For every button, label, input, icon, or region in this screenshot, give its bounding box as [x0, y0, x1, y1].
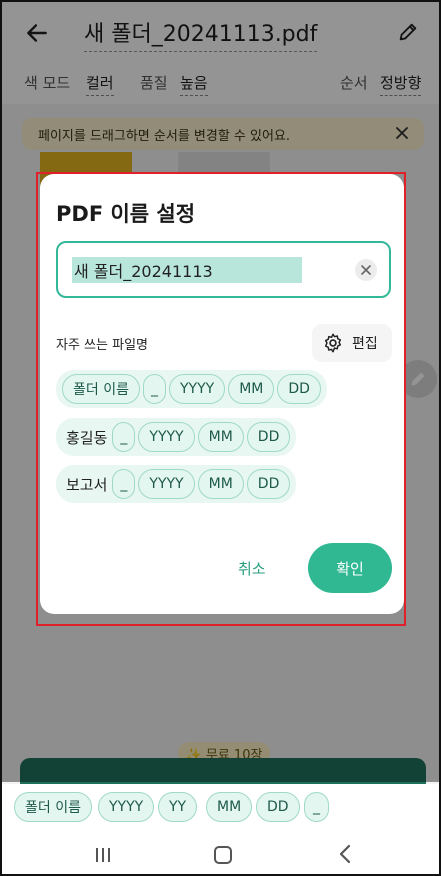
chip-yyyy: YYYY	[138, 469, 195, 499]
chip-underscore[interactable]: _	[304, 792, 329, 822]
chip-yyyy: YYYY	[168, 374, 226, 404]
chip-dd: DD	[246, 469, 291, 499]
file-name-input[interactable]	[72, 257, 302, 283]
chip-underscore: _	[112, 422, 136, 452]
chip-mm: MM	[197, 422, 244, 452]
system-nav-bar	[2, 830, 439, 874]
chip-yyyy[interactable]: YYYY	[98, 792, 155, 822]
chip-dd: DD	[277, 374, 321, 404]
chip-yyyy: YYYY	[138, 422, 195, 452]
chip-folder-name[interactable]: 폴더 이름	[14, 792, 92, 822]
chip-underscore: _	[112, 469, 136, 499]
chip-folder-name: 폴더 이름	[62, 374, 140, 404]
preset-row[interactable]: 폴더 이름 _ YYYY MM DD	[56, 370, 327, 408]
preset-row[interactable]: 보고서 _ YYYY MM DD	[56, 465, 297, 503]
nav-back-icon[interactable]	[338, 844, 352, 864]
chip-dd[interactable]: DD	[256, 792, 300, 822]
chip-dd: DD	[246, 422, 291, 452]
chip-underscore: _	[142, 374, 166, 404]
app-screen: 새 폴더_20241113.pdf 색 모드 컬러 품질 높음 순서 정방향 페…	[0, 0, 441, 876]
home-icon[interactable]	[214, 846, 232, 864]
edit-label: 편집	[352, 336, 378, 352]
chip-mm: MM	[228, 374, 275, 404]
gear-icon	[324, 333, 342, 353]
dialog-title: PDF 이름 설정	[56, 202, 196, 226]
preset-name: 홍길동	[66, 428, 108, 447]
recent-apps-icon[interactable]	[94, 846, 112, 864]
close-icon	[361, 265, 371, 275]
chip-yy[interactable]: YY	[158, 792, 198, 822]
edit-presets-button[interactable]: 편집	[312, 324, 392, 362]
chip-mm[interactable]: MM	[206, 792, 253, 822]
preset-row[interactable]: 홍길동 _ YYYY MM DD	[56, 418, 297, 456]
cancel-button[interactable]: 취소	[238, 558, 266, 579]
file-name-field[interactable]	[56, 241, 391, 298]
token-chip-bar: 폴더 이름 YYYY YY MM DD _	[2, 784, 439, 830]
frequent-names-label: 자주 쓰는 파일명	[56, 338, 148, 353]
chip-mm: MM	[197, 469, 244, 499]
preset-name: 보고서	[66, 475, 108, 494]
clear-input-button[interactable]	[355, 259, 377, 281]
confirm-button[interactable]: 확인	[308, 543, 392, 593]
